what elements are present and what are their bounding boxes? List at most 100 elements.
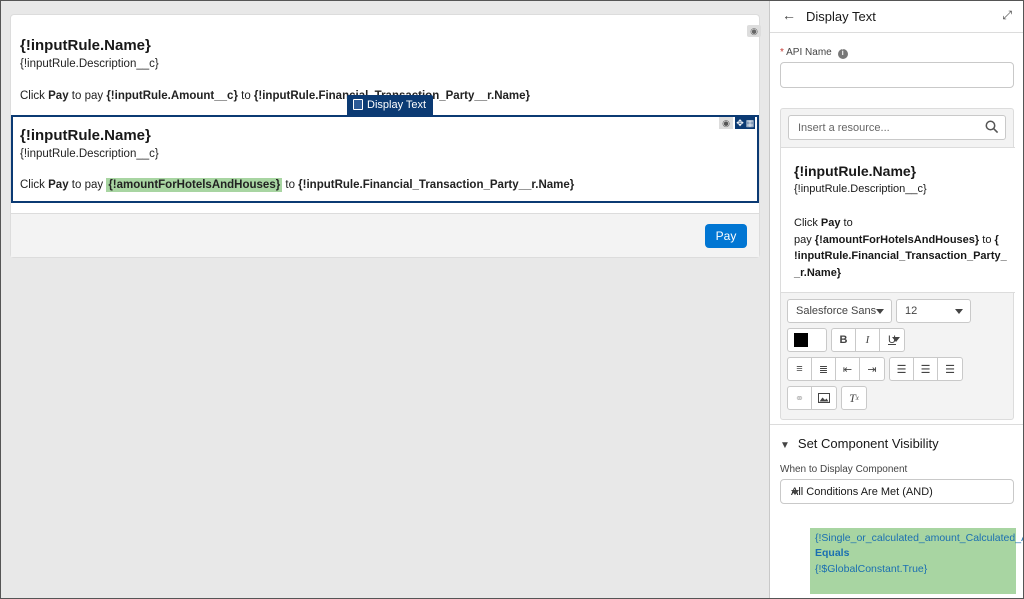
font-toolbar: Salesforce Sans 12: [787, 299, 971, 323]
outdent-icon[interactable]: ⇤: [836, 358, 860, 380]
chevron-down-icon: [955, 309, 963, 314]
condition-value: {!$GlobalConstant.True}: [815, 562, 928, 575]
editor-text: to: [840, 217, 853, 229]
editor-text: to: [979, 233, 995, 246]
editor-bold: {!amountForHotelsAndHouses}: [814, 233, 980, 246]
chevron-down-icon: [892, 337, 900, 342]
align-right-icon[interactable]: ☰: [938, 358, 962, 380]
when-to-display-label: When to Display Component: [780, 464, 908, 475]
party-merge-field: {!inputRule.Financial_Transaction_Party_…: [298, 179, 575, 191]
bold-button[interactable]: B: [832, 329, 856, 351]
clear-format-group: Tx: [841, 386, 867, 410]
format-toolbar: B I U: [787, 328, 905, 352]
panel-header: ← Display Text ⤢: [770, 0, 1024, 32]
pay-prefix: Click: [20, 179, 49, 191]
font-family-value: Salesforce Sans: [796, 305, 877, 317]
font-size-select[interactable]: 12: [896, 299, 971, 323]
text-color-group: [787, 328, 900, 352]
insert-resource-input[interactable]: Insert a resource...: [788, 115, 1006, 140]
divider: [770, 32, 1024, 33]
info-icon[interactable]: i: [837, 49, 848, 59]
component-title: {!inputRule.Name}: [20, 127, 151, 144]
align-left-icon[interactable]: ☰: [890, 358, 914, 380]
editor-bold: Pay: [820, 217, 841, 229]
delete-icon[interactable]: ▦: [745, 117, 755, 129]
selected-component-tag: Display Text: [347, 95, 434, 115]
paragraph-toolbar: ≡ ≣ ⇤ ⇥ ☰ ☰ ☰: [787, 357, 963, 381]
component-description: {!inputRule.Description__c}: [20, 148, 159, 160]
display-text-component-selected[interactable]: ◉ ✥ ▦ {!inputRule.Name} {!inputRule.Desc…: [11, 115, 759, 203]
editor-content[interactable]: {!inputRule.Name} {!inputRule.Descriptio…: [781, 147, 1015, 293]
visibility-eye-icon[interactable]: ◉: [747, 25, 761, 37]
font-size-value: 12: [905, 305, 918, 317]
amount-merge-field: {!inputRule.Amount__c}: [106, 90, 238, 102]
color-swatch: [794, 333, 808, 347]
pay-word: Pay: [48, 90, 69, 102]
component-title: {!inputRule.Name}: [20, 37, 151, 54]
api-name-input[interactable]: [780, 62, 1014, 88]
condition-logic-value: All Conditions Are Met (AND): [791, 486, 933, 498]
back-arrow-icon[interactable]: ←: [782, 7, 796, 23]
pay-mid: to pay: [68, 179, 107, 191]
insert-group: ⚭: [787, 386, 837, 410]
visibility-eye-icon[interactable]: ◉: [719, 117, 733, 129]
editor-pay-text: Click Pay to pay {!amountForHotelsAndHou…: [794, 215, 1007, 281]
screen-canvas: {!inputRule.Name} {!inputRule.Descriptio…: [10, 14, 761, 258]
tag-label: Display Text: [367, 99, 427, 111]
text-color-button[interactable]: [788, 329, 900, 351]
editor-bold: _r.Name}: [794, 266, 842, 279]
condition-logic-select[interactable]: All Conditions Are Met (AND): [780, 479, 1014, 504]
divider: [770, 424, 1024, 425]
chevron-down-icon: [876, 309, 884, 314]
api-name-label-text: API Name: [786, 47, 832, 58]
visibility-condition[interactable]: {!Single_or_calculated_amount_Calculated…: [810, 528, 1024, 594]
insert-toolbar: ⚭ Tx: [787, 386, 867, 410]
pay-to: to: [237, 90, 254, 102]
resource-placeholder: Insert a resource...: [798, 122, 890, 134]
required-asterisk: *: [780, 47, 784, 58]
rich-text-editor: Insert a resource... {!inputRule.Name} {…: [780, 108, 1015, 420]
api-name-label: * API Name i: [780, 47, 848, 59]
editor-description: {!inputRule.Description__c}: [794, 183, 927, 195]
chevron-down-icon: ▼: [780, 440, 790, 451]
condition-field: {!Single_or_calculated_amount_Calculated…: [815, 532, 1024, 544]
clear-formatting-icon[interactable]: Tx: [842, 387, 866, 409]
pay-to: to: [282, 179, 299, 191]
pay-instruction: Click Pay to pay {!inputRule.Amount__c} …: [20, 90, 530, 102]
chevron-down-icon: [791, 490, 799, 495]
list-indent-group: ≡ ≣ ⇤ ⇥: [787, 357, 885, 381]
screen-footer: Pay: [11, 213, 759, 257]
panel-title: Display Text: [806, 9, 876, 24]
pay-prefix: Click: [20, 90, 49, 102]
pay-mid: to pay: [68, 90, 107, 102]
move-icon[interactable]: ✥: [735, 117, 745, 129]
bullet-list-icon[interactable]: ≡: [788, 358, 812, 380]
indent-icon[interactable]: ⇥: [860, 358, 884, 380]
component-description: {!inputRule.Description__c}: [20, 58, 159, 70]
visibility-heading: Set Component Visibility: [797, 436, 939, 451]
visibility-section-header[interactable]: ▼ Set Component Visibility: [780, 436, 939, 451]
pay-word: Pay: [48, 179, 69, 191]
italic-button[interactable]: I: [856, 329, 880, 351]
search-icon: [985, 120, 999, 134]
numbered-list-icon[interactable]: ≣: [812, 358, 836, 380]
pay-instruction: Click Pay to pay {!amountForHotelsAndHou…: [20, 178, 575, 192]
editor-text: Click: [794, 217, 821, 229]
selection-tools: ◉ ✥ ▦: [719, 117, 755, 129]
image-glyph: [818, 393, 830, 403]
expand-icon[interactable]: ⤢: [1002, 8, 1012, 23]
align-group: ☰ ☰ ☰: [889, 357, 963, 381]
pay-button[interactable]: Pay: [705, 224, 747, 248]
editor-text: pay: [794, 233, 815, 246]
image-icon[interactable]: [812, 387, 836, 409]
properties-panel: ← Display Text ⤢ * API Name i Insert a re…: [769, 0, 1024, 599]
condition-operator: Equals: [815, 547, 850, 560]
link-icon: ⚭: [788, 387, 812, 409]
font-family-select[interactable]: Salesforce Sans: [787, 299, 892, 323]
align-center-icon[interactable]: ☰: [914, 358, 938, 380]
display-text-icon: [353, 99, 363, 110]
editor-bold: {: [994, 233, 999, 246]
editor-title: {!inputRule.Name}: [794, 163, 917, 179]
amount-merge-field-highlighted: {!amountForHotelsAndHouses}: [106, 178, 283, 192]
editor-bold: !inputRule.Financial_Transaction_Party_: [794, 250, 1007, 262]
